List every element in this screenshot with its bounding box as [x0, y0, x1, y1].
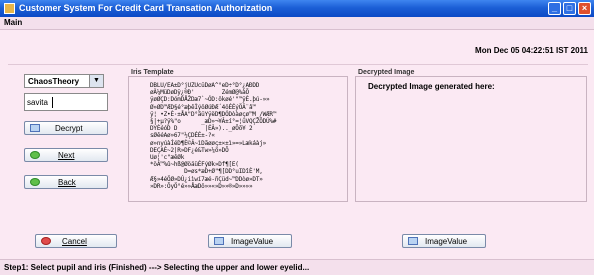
decrypt-button-label: Decrypt	[55, 124, 83, 133]
decrypted-image-message: Decrypted Image generated here:	[368, 82, 495, 91]
cancel-icon	[41, 237, 51, 245]
window-title: Customer System For Credit Card Transati…	[19, 3, 273, 13]
decrypted-image-title: Decrypted Image	[358, 69, 415, 76]
image-icon	[214, 237, 224, 245]
header-divider	[8, 64, 588, 65]
image-value-button-1-label: ImageValue	[231, 237, 274, 246]
app-icon	[4, 3, 15, 14]
algorithm-select-value: ChaosTheory	[28, 77, 80, 86]
maximize-icon[interactable]: □	[563, 2, 576, 15]
image-value-button-1[interactable]: ImageValue	[208, 234, 292, 248]
next-button[interactable]: Next	[24, 148, 108, 162]
menu-main[interactable]: Main	[4, 18, 22, 27]
image-icon	[408, 237, 418, 245]
back-icon	[30, 178, 40, 186]
decrypted-image-panel	[355, 76, 587, 202]
name-input-value: savita	[27, 98, 48, 107]
next-button-label: Next	[58, 151, 75, 160]
status-text: Step1: Select pupil and iris (Finished) …	[4, 263, 310, 272]
image-value-button-2-label: ImageValue	[425, 237, 468, 246]
iris-template-text: DBLÛ/ÉA±D°jÜŽUcüDøÃ^°eD÷°D°¿AÐDD øÄ¼MüDø…	[150, 82, 277, 190]
menu-bar: Main	[0, 17, 594, 30]
minimize-icon[interactable]: _	[548, 2, 561, 15]
chevron-down-icon[interactable]: ▼	[89, 75, 103, 87]
status-bar: Step1: Select pupil and iris (Finished) …	[0, 259, 594, 275]
window-titlebar: Customer System For Credit Card Transati…	[0, 0, 594, 17]
image-icon	[30, 124, 40, 132]
algorithm-select[interactable]: ChaosTheory ▼	[24, 74, 104, 88]
back-button[interactable]: Back	[24, 175, 108, 189]
close-icon[interactable]: ×	[578, 2, 591, 15]
name-input[interactable]: savita	[24, 93, 108, 111]
datetime-label: Mon Dec 05 04:22:51 IST 2011	[475, 46, 588, 55]
next-icon	[30, 151, 40, 159]
cancel-button[interactable]: Cancel	[35, 234, 117, 248]
back-button-label: Back	[58, 178, 76, 187]
cancel-button-label: Cancel	[62, 237, 87, 246]
text-caret	[52, 97, 53, 108]
decrypt-button[interactable]: Decrypt	[24, 121, 108, 135]
image-value-button-2[interactable]: ImageValue	[402, 234, 486, 248]
iris-template-title: Iris Template	[131, 69, 174, 76]
